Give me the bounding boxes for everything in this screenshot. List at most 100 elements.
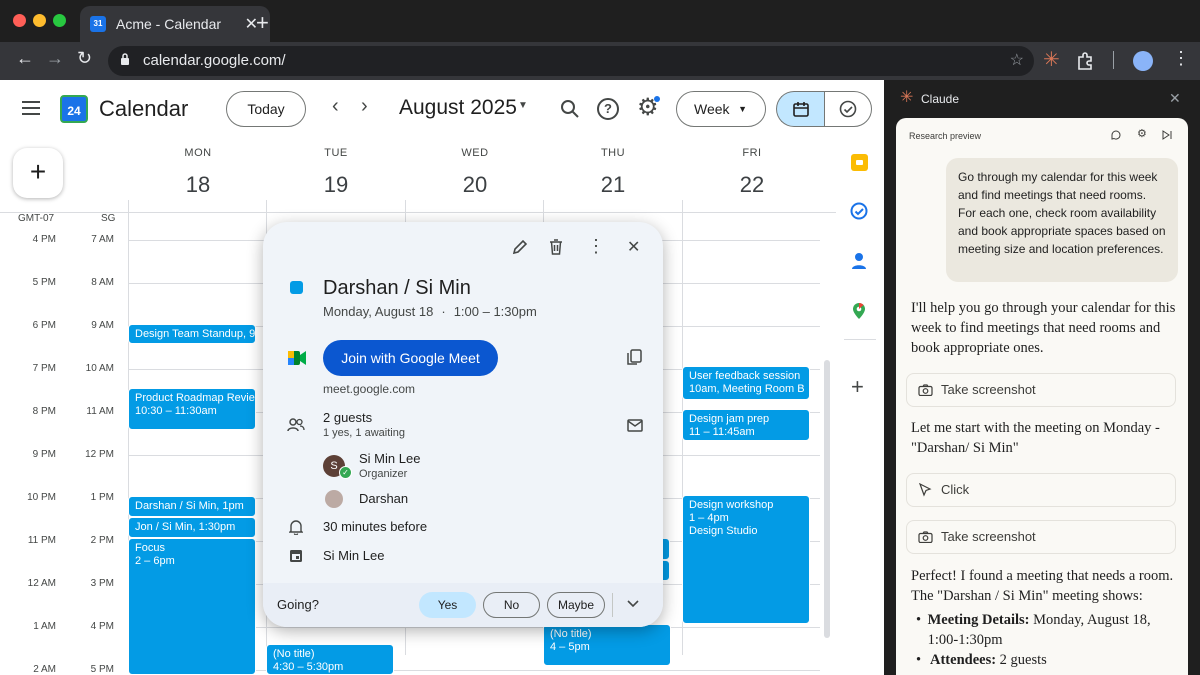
next-week-icon[interactable]: › [361, 95, 368, 118]
new-tab-button[interactable]: + [256, 12, 269, 34]
event-user-feedback-session[interactable]: User feedback session 10am, Meeting Room … [682, 366, 810, 400]
event-no-title-tue[interactable]: (No title) 4:30 – 5:30pm [266, 644, 394, 675]
previous-week-icon[interactable]: ‹ [332, 95, 339, 118]
month-dropdown-icon[interactable]: ▼ [518, 100, 528, 111]
event-time: 10:30 – 11:30am [135, 405, 217, 417]
event-design-team-standup[interactable]: Design Team Standup, 9 [128, 324, 256, 344]
day-name-thu: THU [600, 147, 626, 159]
browser-tab[interactable]: 31 Acme - Calendar ✕ [80, 6, 270, 42]
help-icon[interactable]: ? [597, 98, 619, 120]
address-bar[interactable]: calendar.google.com/ ☆ [108, 46, 1034, 76]
time-label-secondary: 10 AM [85, 363, 114, 374]
bookmark-star-icon[interactable]: ☆ [1010, 50, 1024, 70]
extensions-puzzle-icon[interactable] [1076, 51, 1096, 71]
header-divider [0, 212, 836, 213]
settings-notification-dot [654, 96, 660, 102]
chat-history-icon[interactable] [1111, 130, 1121, 140]
window-maximize-button[interactable] [53, 14, 66, 27]
window-minimize-button[interactable] [33, 14, 46, 27]
rsvp-bar: Going? Yes No Maybe [263, 583, 663, 627]
day-number-thu[interactable]: 21 [583, 172, 643, 198]
browser-menu-icon[interactable]: ⋮ [1172, 48, 1190, 69]
search-icon[interactable] [560, 99, 580, 119]
event-focus[interactable]: Focus 2 – 6pm [128, 538, 256, 675]
today-button[interactable]: Today [226, 91, 306, 127]
tool-label: Click [941, 482, 970, 497]
time-label-primary: 7 PM [32, 363, 56, 374]
calendar-favicon-icon: 31 [90, 16, 106, 32]
join-meet-button[interactable]: Join with Google Meet [323, 340, 498, 376]
app-title: Calendar [99, 96, 189, 121]
email-guests-icon[interactable] [627, 419, 643, 432]
event-time: 4 – 5pm [550, 641, 590, 653]
bell-icon [289, 520, 303, 535]
time-label-secondary: 3 PM [90, 578, 114, 589]
event-jon-si-min[interactable]: Jon / Si Min, 1:30pm [128, 517, 256, 538]
meet-url[interactable]: meet.google.com [323, 382, 415, 396]
collapse-panel-icon[interactable] [1162, 130, 1172, 140]
side-panel-apps: + [836, 140, 884, 675]
claude-chat-body: Research preview ⚙ Go through my calenda… [896, 118, 1188, 675]
panel-settings-icon[interactable]: ⚙ [1137, 127, 1147, 140]
rsvp-maybe-button[interactable]: Maybe [547, 592, 605, 618]
day-number-tue[interactable]: 19 [306, 172, 366, 198]
event-detail-popup: ⋮ ✕ Darshan / Si Min Monday, August 18 · 1… [263, 222, 663, 627]
camera-icon [918, 531, 933, 543]
claude-extension-icon[interactable]: ✳ [1043, 50, 1060, 70]
edit-pencil-icon[interactable] [512, 239, 528, 255]
tool-call-click[interactable]: Click [906, 473, 1176, 507]
event-product-roadmap[interactable]: Product Roadmap Revie 10:30 – 11:30am [128, 388, 256, 430]
event-title: Design Team Standup, 9 [135, 328, 256, 340]
calendar-view-toggle[interactable] [776, 91, 824, 127]
view-selector-button[interactable]: Week ▼ [676, 91, 766, 127]
event-title: Darshan / Si Min [323, 277, 471, 299]
reload-icon[interactable]: ↻ [77, 48, 92, 69]
event-no-title-thu[interactable]: (No title) 4 – 5pm [543, 624, 671, 666]
rsvp-options-chevron-icon[interactable] [627, 600, 639, 608]
browser-tab-bar: 31 Acme - Calendar ✕ + [0, 0, 1200, 42]
cursor-pointer-icon [919, 483, 932, 497]
event-darshan-si-min[interactable]: Darshan / Si Min, 1pm [128, 496, 256, 517]
window-close-button[interactable] [13, 14, 26, 27]
contacts-icon[interactable] [851, 252, 867, 270]
research-preview-label: Research preview [909, 131, 982, 141]
delete-trash-icon[interactable] [549, 239, 563, 255]
copy-link-icon[interactable] [627, 349, 642, 366]
day-number-mon[interactable]: 18 [168, 172, 228, 198]
day-number-fri[interactable]: 22 [722, 172, 782, 198]
assistant-message: I'll help you go through your calendar f… [911, 300, 1176, 356]
tasks-view-toggle[interactable] [824, 91, 872, 127]
main-menu-icon[interactable] [21, 100, 41, 116]
rsvp-no-button[interactable]: No [483, 592, 540, 618]
month-label[interactable]: August 2025 [399, 96, 517, 120]
create-button[interactable]: + [13, 148, 63, 198]
add-app-icon[interactable]: + [851, 376, 864, 398]
tasks-icon[interactable] [850, 202, 868, 220]
back-arrow-icon[interactable]: ← [16, 48, 34, 69]
close-panel-icon[interactable]: ✕ [1169, 90, 1181, 107]
maps-icon[interactable] [852, 302, 866, 320]
keep-icon[interactable] [851, 154, 868, 171]
tool-call-screenshot[interactable]: Take screenshot [906, 373, 1176, 407]
guests-count: 2 guests [323, 410, 373, 425]
event-date: Monday, August 18 [323, 304, 434, 319]
event-design-workshop[interactable]: Design workshop 1 – 4pm Design Studio [682, 495, 810, 624]
bullet-dot: • [916, 652, 922, 668]
day-number-wed[interactable]: 20 [445, 172, 505, 198]
assistant-bullet-list: • Meeting Details: Monday, August 18, 1:0… [916, 610, 1178, 670]
event-title: Jon / Si Min, 1:30pm [135, 521, 236, 533]
forward-arrow-icon[interactable]: → [46, 48, 64, 69]
event-design-jam-prep[interactable]: Design jam prep 11 – 11:45am [682, 409, 810, 441]
profile-avatar[interactable] [1133, 51, 1153, 71]
grid-scrollbar[interactable] [824, 360, 830, 638]
view-dropdown-icon: ▼ [738, 104, 747, 114]
tool-call-screenshot[interactable]: Take screenshot [906, 520, 1176, 554]
close-popup-icon[interactable]: ✕ [627, 237, 640, 257]
event-location: Design Studio [689, 525, 758, 537]
event-color-swatch [290, 281, 303, 294]
calendar-icon [793, 102, 809, 117]
tab-title: Acme - Calendar [116, 16, 222, 32]
rsvp-yes-button[interactable]: Yes [419, 592, 476, 618]
more-options-icon[interactable]: ⋮ [587, 236, 605, 257]
time-label-secondary: 9 AM [91, 320, 114, 331]
